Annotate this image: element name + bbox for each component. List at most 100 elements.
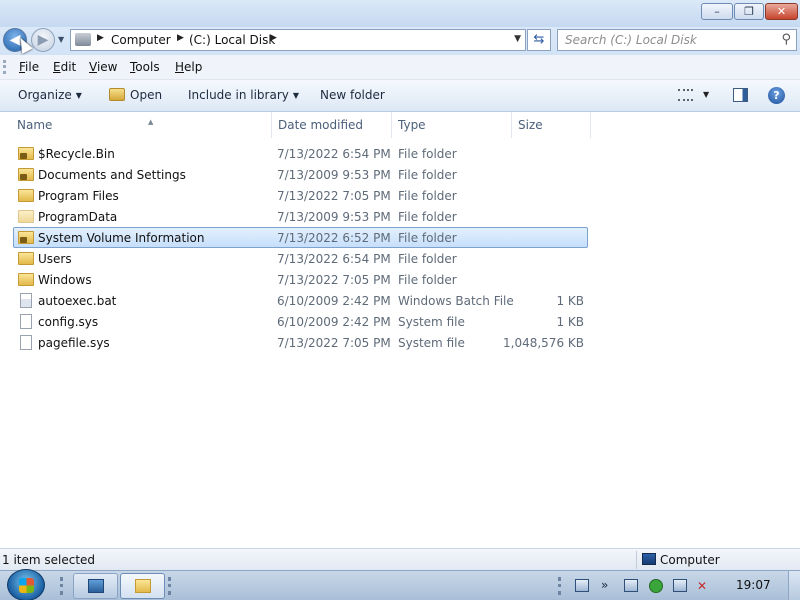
address-dropdown-icon[interactable]: ▼ (514, 34, 521, 44)
file-icon (20, 314, 32, 329)
file-row[interactable]: Users 7/13/2022 6:54 PM File folder (13, 248, 588, 269)
taskbar-clock[interactable]: 19:07 (736, 578, 771, 592)
file-name: Windows (38, 273, 92, 287)
menu-grip (3, 60, 6, 74)
forward-arrow-icon: ▶ (37, 32, 49, 48)
forward-button[interactable]: ▶ (31, 28, 55, 52)
organize-button[interactable]: Organize ▼ (18, 88, 82, 102)
folder-locked-icon (18, 147, 34, 160)
tray-volume-muted-icon[interactable]: ✕ (697, 579, 711, 593)
show-desktop-button[interactable] (788, 571, 800, 600)
status-zone-text: Computer (660, 553, 720, 567)
tray-overflow-chevron-icon[interactable]: » (601, 578, 608, 592)
file-date: 7/13/2022 7:05 PM (277, 336, 391, 350)
file-name: Documents and Settings (38, 168, 186, 182)
computer-icon (642, 553, 656, 565)
tray-network-icon[interactable] (673, 579, 687, 592)
file-date: 7/13/2022 6:52 PM (277, 231, 391, 245)
help-icon[interactable]: ? (768, 87, 785, 104)
change-view-icon[interactable] (678, 89, 693, 101)
file-name: $Recycle.Bin (38, 147, 115, 161)
file-date: 7/13/2022 6:54 PM (277, 147, 391, 161)
taskbar-explorer-button[interactable] (120, 573, 165, 599)
windows-explorer-icon (135, 579, 151, 593)
refresh-icon: ⇆ (533, 32, 545, 47)
start-button[interactable] (7, 569, 45, 600)
file-row[interactable]: config.sys 6/10/2009 2:42 PM System file… (13, 311, 588, 332)
menu-file[interactable]: File (19, 60, 39, 74)
file-date: 6/10/2009 2:42 PM (277, 294, 391, 308)
include-dropdown-icon: ▼ (292, 91, 300, 100)
column-header-name[interactable]: ▲ Name (11, 112, 272, 138)
file-size: 1,048,576 KB (503, 336, 584, 350)
refresh-button[interactable]: ⇆ (527, 29, 551, 51)
file-size: 1 KB (556, 315, 584, 329)
breadcrumb-separator-icon[interactable]: ▶ (97, 33, 104, 43)
file-date: 7/13/2022 7:05 PM (277, 273, 391, 287)
organize-dropdown-icon: ▼ (75, 91, 82, 100)
minimize-icon: – (714, 5, 720, 18)
view-options-dropdown-icon[interactable]: ▼ (703, 90, 709, 99)
folder-icon (18, 273, 34, 286)
menu-edit[interactable]: Edit (53, 60, 76, 74)
tray-status-icon[interactable] (649, 579, 663, 593)
breadcrumb-separator-icon[interactable]: ▶ (177, 33, 184, 43)
file-type: File folder (398, 189, 457, 203)
windows-logo-icon (19, 578, 34, 593)
file-type: File folder (398, 252, 457, 266)
file-type: Windows Batch File (398, 294, 514, 308)
close-icon: ✕ (776, 5, 787, 18)
column-header-date[interactable]: Date modified (272, 112, 392, 138)
tray-document-icon[interactable] (624, 579, 638, 592)
breadcrumb-separator-icon[interactable]: ▶ (270, 33, 277, 43)
file-row[interactable]: pagefile.sys 7/13/2022 7:05 PM System fi… (13, 332, 588, 353)
file-row[interactable]: $Recycle.Bin 7/13/2022 6:54 PM File fold… (13, 143, 588, 164)
folder-locked-icon (18, 168, 34, 181)
folder-faded-icon (18, 210, 34, 223)
file-row-selected[interactable]: System Volume Information 7/13/2022 6:52… (13, 227, 588, 248)
breadcrumb-computer[interactable]: Computer (111, 33, 171, 47)
search-input[interactable] (565, 31, 765, 49)
recent-pages-dropdown-icon[interactable]: ▼ (58, 35, 64, 44)
status-bar: 1 item selected Computer (0, 548, 800, 570)
file-row[interactable]: ProgramData 7/13/2009 9:53 PM File folde… (13, 206, 588, 227)
taskbar-grip[interactable] (168, 577, 171, 595)
address-bar[interactable]: ▶ Computer ▶ (C:) Local Disk ▶ ▼ (70, 29, 526, 51)
remote-desktop-icon (88, 579, 104, 593)
preview-pane-icon[interactable] (733, 88, 748, 102)
minimize-button[interactable]: – (701, 3, 733, 20)
file-date: 7/13/2022 7:05 PM (277, 189, 391, 203)
column-header-size[interactable]: Size (512, 112, 591, 138)
file-icon (20, 335, 32, 350)
batch-file-icon (20, 293, 32, 308)
file-row[interactable]: Program Files 7/13/2022 7:05 PM File fol… (13, 185, 588, 206)
file-size: 1 KB (556, 294, 584, 308)
taskbar: » ✕ 19:07 (0, 569, 800, 600)
file-name: Program Files (38, 189, 119, 203)
file-row[interactable]: Documents and Settings 7/13/2009 9:53 PM… (13, 164, 588, 185)
tray-display-icon[interactable] (575, 579, 589, 592)
file-row[interactable]: Windows 7/13/2022 7:05 PM File folder (13, 269, 588, 290)
taskbar-grip[interactable] (60, 577, 63, 595)
taskbar-remote-desktop-button[interactable] (73, 573, 118, 599)
maximize-button[interactable]: ❐ (734, 3, 764, 20)
menu-help[interactable]: Help (175, 60, 202, 74)
command-bar: Organize ▼ Open Include in library ▼ New f… (0, 80, 800, 112)
file-type: File folder (398, 231, 457, 245)
menu-tools[interactable]: Tools (130, 60, 160, 74)
open-button[interactable]: Open (109, 88, 162, 102)
folder-icon (18, 189, 34, 202)
file-name: config.sys (38, 315, 99, 329)
menu-view[interactable]: View (89, 60, 117, 74)
search-icon[interactable]: ⚲ (781, 32, 791, 47)
file-date: 6/10/2009 2:42 PM (277, 315, 391, 329)
column-header-type[interactable]: Type (392, 112, 512, 138)
file-row[interactable]: autoexec.bat 6/10/2009 2:42 PM Windows B… (13, 290, 588, 311)
include-in-library-button[interactable]: Include in library ▼ (188, 88, 299, 102)
breadcrumb-local-disk[interactable]: (C:) Local Disk (189, 33, 275, 47)
restore-icon: ❐ (744, 5, 754, 18)
close-button[interactable]: ✕ (765, 3, 798, 20)
new-folder-button[interactable]: New folder (320, 88, 385, 102)
tray-grip[interactable] (558, 577, 561, 595)
search-box[interactable]: ⚲ (557, 29, 797, 51)
